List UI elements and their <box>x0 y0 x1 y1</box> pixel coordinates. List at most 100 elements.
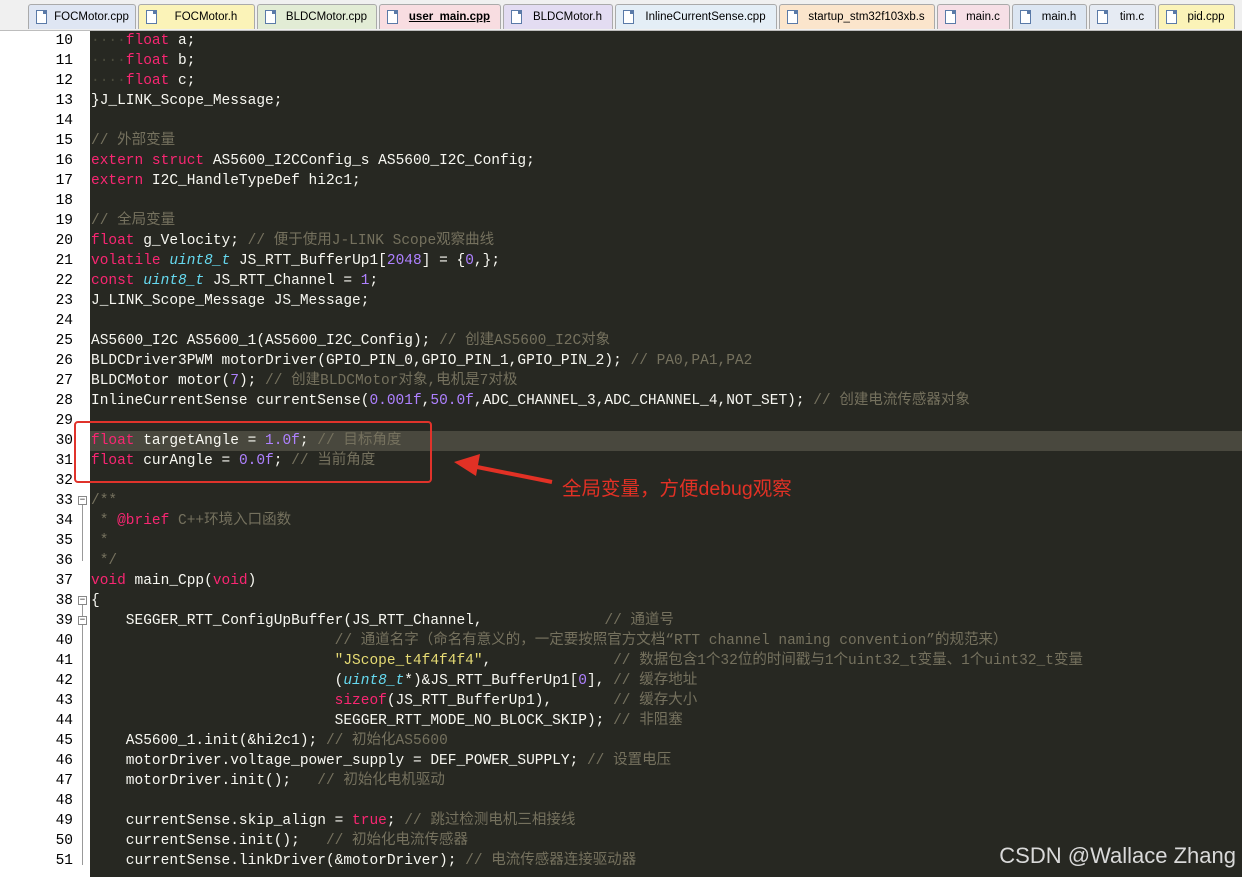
code-line[interactable]: currentSense.init(); // 初始化电流传感器 <box>91 831 468 851</box>
arrow-icon <box>454 454 553 484</box>
file-icon <box>1097 10 1108 24</box>
file-icon <box>1020 10 1031 24</box>
code-line[interactable]: currentSense.skip_align = true; // 跳过检测电… <box>91 811 576 831</box>
line-number: 31 <box>55 453 73 469</box>
code-line[interactable]: AS5600_I2C AS5600_1(AS5600_I2C_Config); … <box>91 331 610 351</box>
code-line[interactable]: InlineCurrentSense currentSense(0.001f,5… <box>91 391 970 411</box>
tab-label: main.c <box>966 11 1000 23</box>
editor-left-margin <box>0 31 34 877</box>
tab-label: tim.c <box>1119 11 1145 23</box>
tab-startup-stm32f103xb-s[interactable]: startup_stm32f103xb.s <box>779 4 935 29</box>
tab-main-c[interactable]: main.c <box>937 4 1010 29</box>
line-number: 40 <box>55 633 73 649</box>
code-line[interactable]: ····float c; <box>91 71 195 91</box>
annotation-text: 全局变量，方便debug观察 <box>562 478 792 500</box>
file-icon <box>1166 10 1177 24</box>
line-number: 22 <box>55 273 73 289</box>
code-line[interactable]: float g_Velocity; // 便于使用J-LINK Scope观察曲… <box>91 231 494 251</box>
file-icon <box>945 10 956 24</box>
code-line[interactable]: (uint8_t*)&JS_RTT_BufferUp1[0], // 缓存地址 <box>91 671 698 691</box>
file-icon <box>387 10 398 24</box>
code-line[interactable]: AS5600_1.init(&hi2c1); // 初始化AS5600 <box>91 731 448 751</box>
line-number: 47 <box>55 773 73 789</box>
line-number: 43 <box>55 693 73 709</box>
tab-tim-c[interactable]: tim.c <box>1089 4 1156 29</box>
code-line[interactable]: motorDriver.voltage_power_supply = DEF_P… <box>91 751 671 771</box>
code-line[interactable]: motorDriver.init(); // 初始化电机驱动 <box>91 771 445 791</box>
code-line[interactable]: J_LINK_Scope_Message JS_Message; <box>91 291 369 311</box>
line-number: 27 <box>55 373 73 389</box>
fold-toggle-function-icon[interactable]: − <box>78 596 87 605</box>
watermark: CSDN @Wallace Zhang <box>999 843 1236 868</box>
line-number: 21 <box>55 253 73 269</box>
code-line[interactable]: extern I2C_HandleTypeDef hi2c1; <box>91 171 361 191</box>
tab-pid-cpp[interactable]: pid.cpp <box>1158 4 1235 29</box>
code-line[interactable]: * @brief C++环境入口函数 <box>91 511 291 531</box>
tab-main-h[interactable]: main.h <box>1012 4 1087 29</box>
file-icon <box>146 10 157 24</box>
code-line[interactable]: ····float b; <box>91 51 195 71</box>
tab-label: startup_stm32f103xb.s <box>808 11 925 23</box>
line-number: 51 <box>55 853 73 869</box>
line-number: 12 <box>55 73 73 89</box>
tab-focmotor-h[interactable]: FOCMotor.h <box>138 4 255 29</box>
code-line[interactable]: BLDCDriver3PWM motorDriver(GPIO_PIN_0,GP… <box>91 351 752 371</box>
code-line[interactable]: }J_LINK_Scope_Message; <box>91 91 282 111</box>
code-line[interactable]: SEGGER_RTT_ConfigUpBuffer(JS_RTT_Channel… <box>91 611 674 631</box>
line-number: 39 <box>55 613 73 629</box>
line-number: 41 <box>55 653 73 669</box>
code-line[interactable]: BLDCMotor motor(7); // 创建BLDCMotor对象,电机是… <box>91 371 517 391</box>
code-line[interactable]: // 外部变量 <box>91 131 175 151</box>
line-number: 16 <box>55 153 73 169</box>
fold-toggle-comment-icon[interactable]: − <box>78 496 87 505</box>
highlight-box <box>74 421 432 483</box>
tab-label: user_main.cpp <box>408 11 491 23</box>
line-number: 28 <box>55 393 73 409</box>
tab-label: BLDCMotor.h <box>532 11 603 23</box>
tab-label: FOCMotor.h <box>174 11 238 23</box>
line-number: 15 <box>55 133 73 149</box>
code-line[interactable]: void main_Cpp(void) <box>91 571 256 591</box>
code-line[interactable]: sizeof(JS_RTT_BufferUp1), // 缓存大小 <box>91 691 698 711</box>
code-line[interactable]: // 通道名字（命名有意义的，一定要按照官方文档“RTT channel nam… <box>91 631 1008 651</box>
line-number: 14 <box>55 113 73 129</box>
file-icon <box>787 10 798 24</box>
code-line[interactable]: // 全局变量 <box>91 211 175 231</box>
code-line[interactable]: { <box>91 591 100 611</box>
code-line[interactable]: extern struct AS5600_I2CConfig_s AS5600_… <box>91 151 535 171</box>
tab-focmotor-cpp[interactable]: FOCMotor.cpp <box>28 4 136 29</box>
tab-user-main-cpp[interactable]: user_main.cpp <box>379 4 501 29</box>
line-number: 34 <box>55 513 73 529</box>
tab-bldcmotor-h[interactable]: BLDCMotor.h <box>503 4 613 29</box>
code-line[interactable]: * <box>91 531 109 551</box>
line-number: 36 <box>55 553 73 569</box>
line-number: 18 <box>55 193 73 209</box>
code-line[interactable]: SEGGER_RTT_MODE_NO_BLOCK_SKIP); // 非阻塞 <box>91 711 683 731</box>
line-number: 32 <box>55 473 73 489</box>
line-number: 13 <box>55 93 73 109</box>
code-line[interactable]: currentSense.linkDriver(&motorDriver); /… <box>91 851 636 871</box>
code-line[interactable]: const uint8_t JS_RTT_Channel = 1; <box>91 271 378 291</box>
tab-label: FOCMotor.cpp <box>54 11 129 23</box>
file-icon <box>265 10 276 24</box>
line-number: 19 <box>55 213 73 229</box>
tab-label: BLDCMotor.cpp <box>285 11 368 23</box>
line-number: 25 <box>55 333 73 349</box>
code-line[interactable]: ····float a; <box>91 31 195 51</box>
line-number: 23 <box>55 293 73 309</box>
line-number: 26 <box>55 353 73 369</box>
line-number: 20 <box>55 233 73 249</box>
code-line[interactable]: /** <box>91 491 117 511</box>
tab-bldcmotor-cpp[interactable]: BLDCMotor.cpp <box>257 4 377 29</box>
line-number: 49 <box>55 813 73 829</box>
code-line[interactable]: volatile uint8_t JS_RTT_BufferUp1[2048] … <box>91 251 500 271</box>
fold-toggle-call-icon[interactable]: − <box>78 616 87 625</box>
line-number: 24 <box>55 313 73 329</box>
code-line[interactable]: */ <box>91 551 117 571</box>
tab-label: InlineCurrentSense.cpp <box>645 11 766 23</box>
line-number: 10 <box>55 33 73 49</box>
tab-inlinecurrentsense-cpp[interactable]: InlineCurrentSense.cpp <box>615 4 777 29</box>
code-line[interactable]: "JScope_t4f4f4f4", // 数据包含1个32位的时间戳与1个ui… <box>91 651 1083 671</box>
file-icon <box>511 10 522 24</box>
line-number: 35 <box>55 533 73 549</box>
